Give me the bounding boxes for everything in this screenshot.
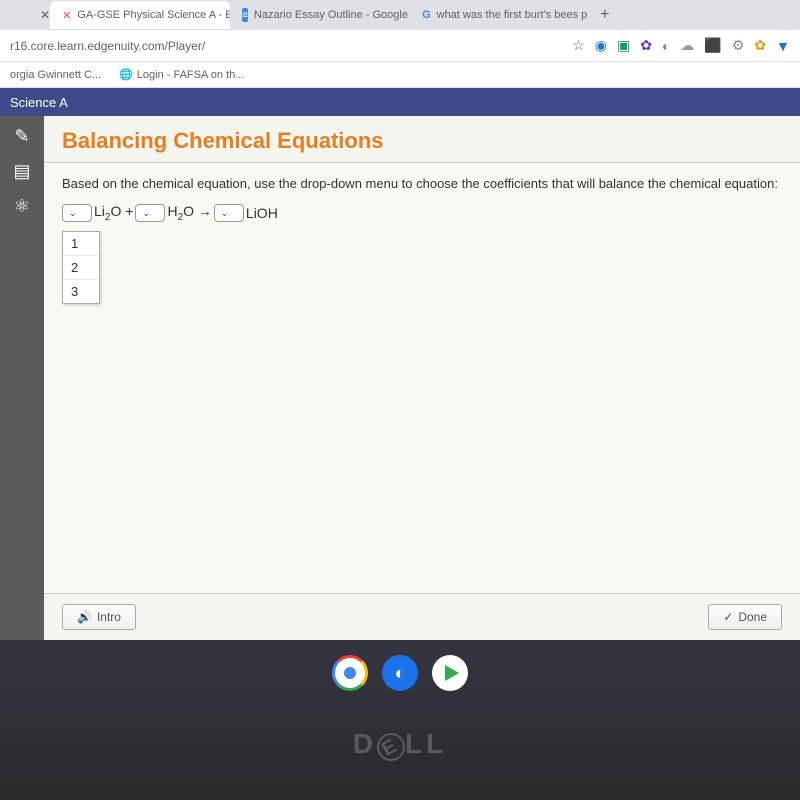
check-icon: ✓: [723, 610, 733, 624]
toolbar-icons: ☆ ◉ ▣ ✿ ◐ ☁ ⬛ ⚙ ✿ ▼: [572, 37, 790, 54]
lesson-panel: Balancing Chemical Equations Based on th…: [44, 116, 800, 640]
coefficient-dropdown[interactable]: ⌄: [135, 204, 165, 222]
coefficient-dropdown[interactable]: ⌄: [62, 204, 92, 222]
tab-label: what was the first burt's bees p: [437, 9, 588, 21]
close-icon[interactable]: ✕: [40, 8, 50, 22]
browser-tab[interactable]: ✕ GA-GSE Physical Science A - Ed ✕: [50, 1, 230, 29]
speaker-icon: 🔊: [77, 610, 92, 624]
dropdown-option[interactable]: 2: [63, 256, 99, 280]
tab-favicon-icon: ✕: [62, 8, 71, 22]
ext-icon[interactable]: ✿: [754, 37, 766, 54]
lesson-body: Based on the chemical equation, use the …: [44, 163, 800, 593]
button-label: Intro: [97, 610, 121, 624]
app-icon[interactable]: ◐: [382, 655, 418, 691]
google-icon: G: [422, 8, 431, 22]
intro-button[interactable]: 🔊 Intro: [62, 604, 136, 630]
tab-label: Nazario Essay Outline - Google: [254, 9, 408, 21]
play-store-icon[interactable]: [432, 655, 468, 691]
dropdown-option[interactable]: 3: [63, 280, 99, 303]
browser-tabs-bar: ✕ ✕ GA-GSE Physical Science A - Ed ✕ ≡ N…: [0, 0, 800, 30]
os-taskbar: ◐: [0, 648, 800, 698]
dell-logo: DELL: [0, 728, 800, 761]
ext-icon[interactable]: ☁: [680, 37, 694, 54]
equation-term: Li2O +: [94, 203, 133, 223]
instruction-text: Based on the chemical equation, use the …: [62, 175, 782, 193]
ext-icon[interactable]: ▼: [776, 38, 790, 54]
bookmark-label: orgia Gwinnett C...: [10, 69, 101, 81]
bookmark-item[interactable]: 🌐 Login - FAFSA on th...: [119, 68, 244, 81]
pencil-icon[interactable]: ✎: [14, 126, 29, 147]
course-header: Science A: [0, 88, 800, 116]
bookmarks-bar: orgia Gwinnett C... 🌐 Login - FAFSA on t…: [0, 62, 800, 88]
browser-tab[interactable]: ≡ Nazario Essay Outline - Google ✕: [230, 1, 410, 29]
ext-icon[interactable]: ⚙: [732, 37, 745, 54]
done-button[interactable]: ✓ Done: [708, 604, 782, 630]
address-bar: r16.core.learn.edgenuity.com/Player/ ☆ ◉…: [0, 30, 800, 62]
equation-term: H2O →: [167, 203, 211, 223]
bookmark-label: Login - FAFSA on th...: [137, 69, 245, 81]
dropdown-option[interactable]: 1: [63, 232, 99, 256]
button-label: Done: [738, 610, 767, 624]
notes-icon[interactable]: ▤: [13, 161, 30, 182]
globe-icon: 🌐: [119, 68, 133, 81]
chevron-down-icon: ⌄: [69, 208, 77, 219]
chevron-down-icon: ⌄: [221, 208, 229, 219]
url-text[interactable]: r16.core.learn.edgenuity.com/Player/: [10, 39, 205, 53]
ext-icon[interactable]: ⬛: [704, 37, 721, 54]
lesson-footer: 🔊 Intro ✓ Done: [44, 593, 800, 640]
equation-term: LiOH: [246, 205, 278, 221]
coefficient-dropdown[interactable]: ⌄: [214, 204, 244, 222]
star-icon[interactable]: ☆: [572, 37, 585, 54]
chevron-down-icon: ⌄: [142, 208, 150, 219]
ext-icon[interactable]: ◉: [595, 37, 607, 54]
bookmark-item[interactable]: orgia Gwinnett C...: [10, 69, 101, 81]
new-tab-button[interactable]: +: [590, 6, 619, 24]
docs-icon: ≡: [242, 8, 248, 22]
sidebar: ✎ ▤ ⚛: [0, 116, 44, 640]
course-title: Science A: [10, 95, 68, 110]
ext-icon[interactable]: ✿: [640, 37, 652, 54]
chrome-icon[interactable]: [332, 655, 368, 691]
equation-row: ⌄ Li2O + ⌄ H2O → ⌄ LiOH: [62, 203, 782, 223]
dropdown-menu-open: 1 2 3: [62, 231, 100, 304]
lesson-title: Balancing Chemical Equations: [44, 116, 800, 163]
ext-icon[interactable]: ▣: [617, 37, 630, 54]
ext-icon[interactable]: ◐: [662, 38, 670, 54]
browser-tab[interactable]: G what was the first burt's bees p ✕: [410, 1, 590, 29]
tab-label: GA-GSE Physical Science A - Ed: [77, 9, 230, 21]
atom-icon[interactable]: ⚛: [14, 196, 30, 217]
